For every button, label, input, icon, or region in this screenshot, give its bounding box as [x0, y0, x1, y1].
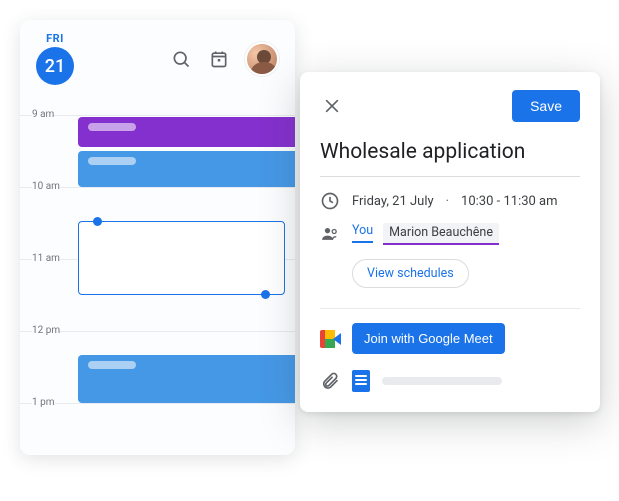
account-avatar[interactable] [245, 42, 279, 76]
resize-handle-bottom[interactable] [261, 290, 270, 299]
hour-row: 10 am [20, 187, 295, 188]
people-icon [320, 224, 340, 244]
google-doc-icon[interactable] [352, 370, 370, 392]
hour-label: 1 pm [32, 397, 55, 408]
event-title-input[interactable]: Wholesale application [320, 140, 580, 177]
calendar-header: FRI 21 [20, 20, 295, 95]
hour-label: 9 am [32, 109, 54, 120]
event-title-placeholder [88, 123, 136, 131]
event-time-text: 10:30 - 11:30 am [461, 194, 557, 209]
calendar-event-blue[interactable] [78, 355, 295, 403]
google-meet-icon [320, 330, 342, 348]
guest-chip-you[interactable]: You [352, 223, 373, 243]
hour-row: 9 am [20, 115, 295, 116]
hour-row: 1 pm [20, 403, 295, 404]
search-icon[interactable] [169, 47, 193, 71]
date-time-row[interactable]: Friday, 21 July · 10:30 - 11:30 am [320, 191, 580, 211]
close-icon[interactable] [320, 94, 344, 118]
panel-header: Save [320, 90, 580, 122]
guest-chips: You Marion Beauchêne [352, 223, 499, 245]
hour-label: 11 am [32, 253, 60, 264]
guest-chip[interactable]: Marion Beauchêne [383, 223, 499, 245]
new-event-time-slot[interactable] [78, 221, 285, 295]
date-indicator[interactable]: FRI 21 [36, 32, 74, 85]
timeline[interactable]: 9 am 10 am 11 am 12 pm 1 pm [20, 95, 295, 455]
clock-icon [320, 191, 340, 211]
header-actions [169, 42, 279, 76]
day-number-circle: 21 [36, 47, 74, 85]
calendar-today-icon[interactable] [207, 47, 231, 71]
calendar-event-purple[interactable] [78, 117, 295, 147]
separator-dot: · [446, 194, 449, 209]
resize-handle-top[interactable] [93, 217, 102, 226]
event-title-placeholder [88, 157, 136, 165]
google-meet-row: Join with Google Meet [320, 323, 580, 354]
event-date-text: Friday, 21 July [352, 194, 434, 209]
calendar-event-blue[interactable] [78, 151, 295, 187]
event-detail-panel: Save Wholesale application Friday, 21 Ju… [300, 72, 600, 412]
paperclip-icon[interactable] [320, 371, 340, 391]
day-abbr-label: FRI [46, 32, 64, 45]
view-schedules-button[interactable]: View schedules [352, 259, 469, 288]
hour-label: 10 am [32, 181, 60, 192]
hour-label: 12 pm [32, 325, 60, 336]
attachment-name-placeholder [382, 377, 502, 385]
save-button[interactable]: Save [512, 90, 580, 122]
attachment-row [320, 370, 580, 392]
guests-row: You Marion Beauchêne [320, 223, 580, 245]
event-title-placeholder [88, 361, 136, 369]
join-meet-button[interactable]: Join with Google Meet [352, 323, 505, 354]
calendar-day-view: FRI 21 9 am 10 am 11 am 12 pm 1 pm [20, 20, 295, 455]
hour-row: 12 pm [20, 331, 295, 332]
divider [320, 308, 580, 309]
